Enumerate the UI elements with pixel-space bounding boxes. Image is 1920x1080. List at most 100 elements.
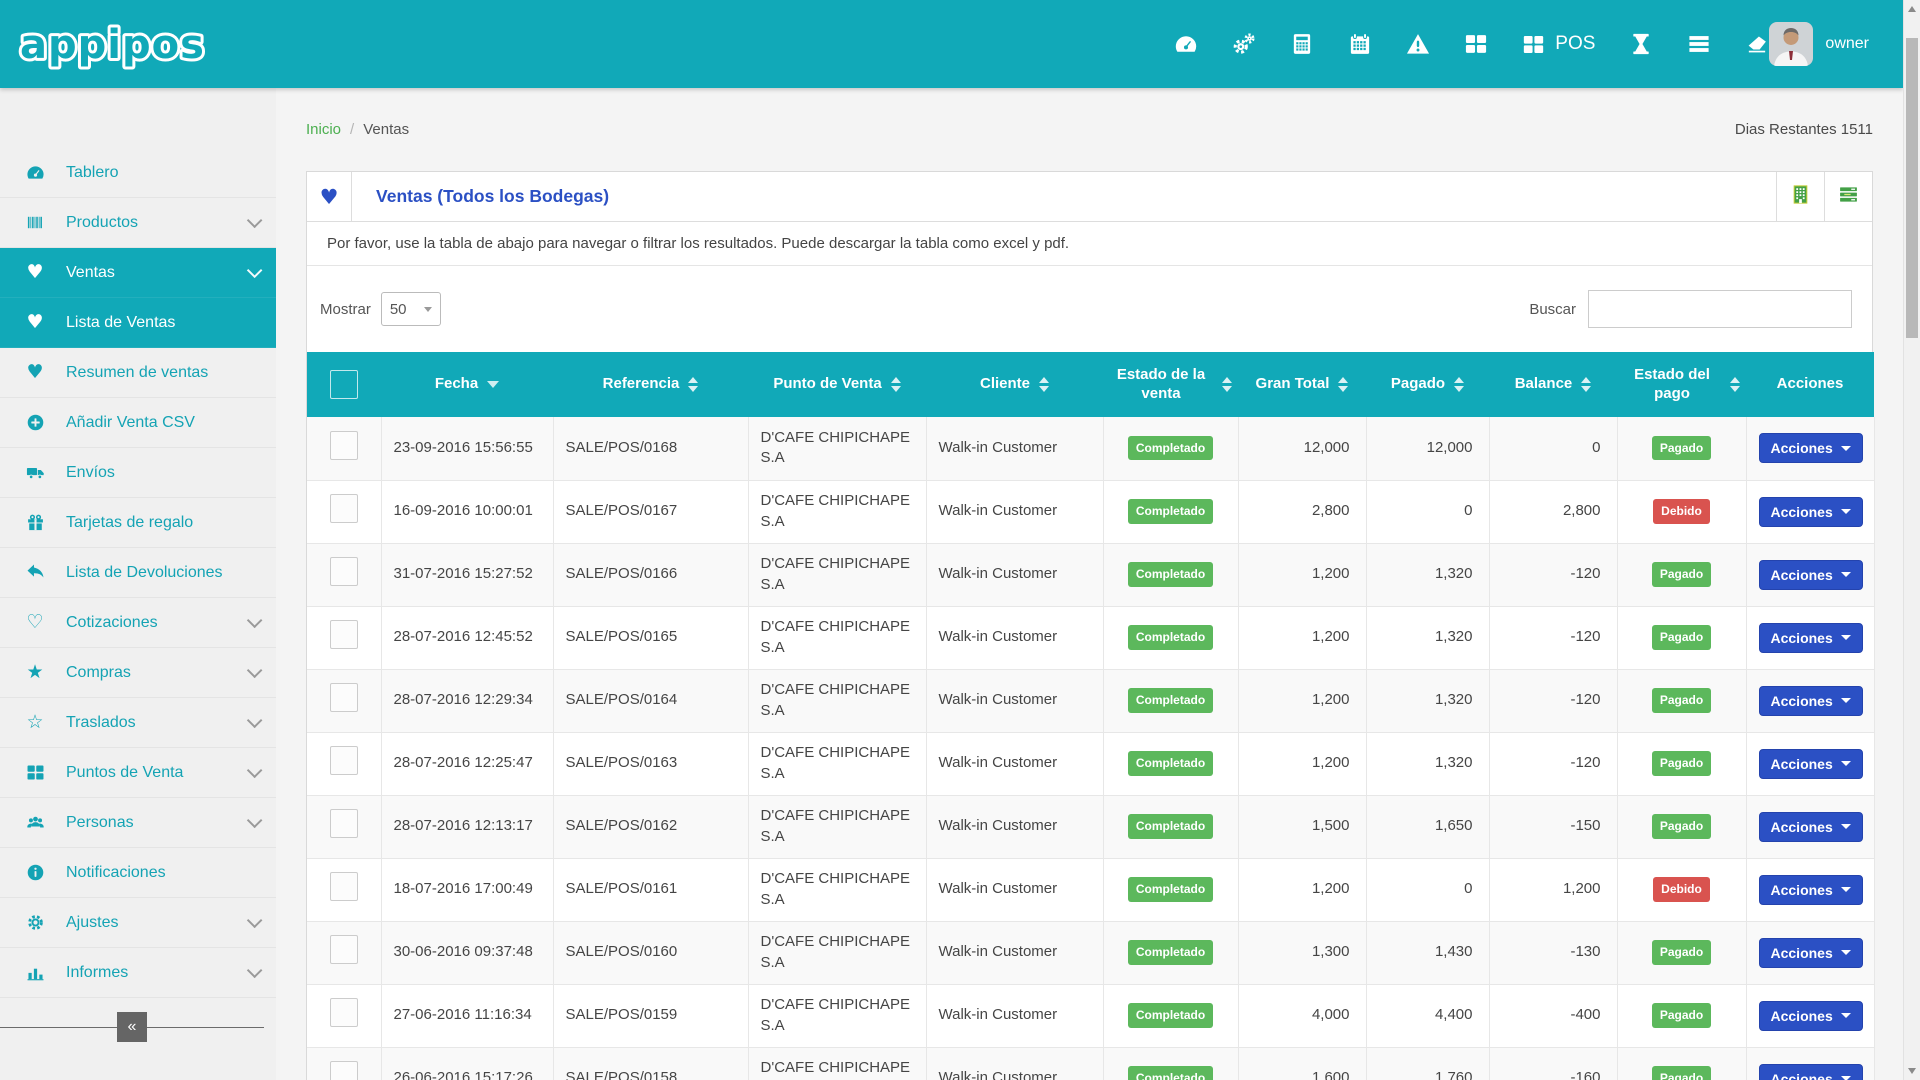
acciones-button[interactable]: Acciones — [1759, 938, 1863, 968]
acciones-button[interactable]: Acciones — [1759, 623, 1863, 653]
sidebar-item-puntos-de-venta[interactable]: Puntos de Venta — [0, 748, 276, 798]
cell-balance: -120 — [1489, 606, 1617, 669]
pay-status-badge: Pagado — [1652, 562, 1711, 586]
row-checkbox[interactable] — [330, 935, 358, 964]
page-scrollbar[interactable] — [1903, 0, 1920, 1080]
column-header-pos[interactable]: Punto de Venta — [748, 352, 926, 417]
acciones-button[interactable]: Acciones — [1759, 749, 1863, 779]
cell-cliente: Walk-in Customer — [926, 795, 1103, 858]
user-avatar — [1769, 22, 1813, 66]
search-input[interactable] — [1588, 290, 1852, 328]
gauge-icon[interactable] — [1174, 32, 1198, 56]
page-length-group: Mostrar 50 — [320, 292, 441, 326]
acciones-button[interactable]: Acciones — [1759, 497, 1863, 527]
column-header-total[interactable]: Gran Total — [1238, 352, 1366, 417]
cell-acciones: Acciones — [1746, 606, 1874, 669]
cell-referencia: SALE/POS/0166 — [553, 543, 748, 606]
cell-acciones: Acciones — [1746, 669, 1874, 732]
page-length-select[interactable]: 50 — [381, 292, 441, 326]
sidebar-item-lista-de-devoluciones[interactable]: Lista de Devoluciones — [0, 548, 276, 598]
acciones-button[interactable]: Acciones — [1759, 812, 1863, 842]
sidebar-item-anadir-venta-csv[interactable]: Añadir Venta CSV — [0, 398, 276, 448]
sidebar-item-personas[interactable]: Personas — [0, 798, 276, 848]
scrollbar-thumb[interactable] — [1906, 38, 1918, 338]
app-logo[interactable]: appipos — [14, 13, 234, 75]
sidebar-item-traslados[interactable]: ☆ Traslados — [0, 698, 276, 748]
acciones-button[interactable]: Acciones — [1759, 686, 1863, 716]
cell-cliente: Walk-in Customer — [926, 669, 1103, 732]
cell-gran-total: 12,000 — [1238, 417, 1366, 480]
acciones-button[interactable]: Acciones — [1759, 1001, 1863, 1031]
list-icon[interactable] — [1687, 32, 1711, 56]
row-checkbox[interactable] — [330, 620, 358, 649]
scroll-down-arrow[interactable] — [1904, 1062, 1920, 1080]
sidebar-item-lista-de-ventas[interactable]: ♥ Lista de Ventas — [0, 298, 276, 348]
warehouses-button[interactable] — [1776, 172, 1824, 221]
sidebar-collapse-button[interactable]: « — [117, 1012, 147, 1042]
sidebar-item-ventas[interactable]: ♥ Ventas — [0, 248, 276, 298]
row-checkbox[interactable] — [330, 872, 358, 901]
row-checkbox[interactable] — [330, 494, 358, 523]
sidebar-item-notificaciones[interactable]: Notificaciones — [0, 848, 276, 898]
column-header-customer[interactable]: Cliente — [926, 352, 1103, 417]
row-checkbox[interactable] — [330, 1061, 358, 1080]
cell-punto-de-venta: D'CAFE CHIPICHAPE S.A — [748, 921, 926, 984]
row-checkbox[interactable] — [330, 746, 358, 775]
caret-down-icon — [1841, 950, 1851, 955]
navbar-left-icons — [1174, 32, 1488, 56]
warning-icon[interactable] — [1406, 32, 1430, 56]
pay-status-badge: Pagado — [1652, 940, 1711, 964]
calendar-icon[interactable] — [1348, 32, 1372, 56]
row-checkbox[interactable] — [330, 809, 358, 838]
sidebar-item-productos[interactable]: Productos — [0, 198, 276, 248]
cell-punto-de-venta: D'CAFE CHIPICHAPE S.A — [748, 417, 926, 480]
registers-button[interactable] — [1824, 172, 1872, 221]
cell-referencia: SALE/POS/0164 — [553, 669, 748, 732]
nav-user-menu[interactable]: owner — [1769, 22, 1869, 66]
sidebar-item-resumen-de-ventas[interactable]: ♥ Resumen de ventas — [0, 348, 276, 398]
sort-icon — [1222, 377, 1232, 392]
table-row: 28-07-2016 12:29:34 SALE/POS/0164 D'CAFE… — [307, 669, 1874, 732]
search-group: Buscar — [1529, 290, 1852, 328]
select-all-checkbox[interactable] — [330, 370, 358, 399]
calculator-icon[interactable] — [1290, 32, 1314, 56]
cell-estado-venta: Completado — [1103, 1047, 1238, 1080]
reply-icon — [22, 563, 48, 582]
sidebar-item-tablero[interactable]: Tablero — [0, 148, 276, 198]
sidebar-item-informes[interactable]: Informes — [0, 948, 276, 998]
acciones-button[interactable]: Acciones — [1759, 433, 1863, 463]
sidebar-item-compras[interactable]: ★ Compras — [0, 648, 276, 698]
column-header-paid[interactable]: Pagado — [1366, 352, 1489, 417]
heart-icon: ♥ — [22, 313, 48, 332]
cell-pagado: 1,320 — [1366, 606, 1489, 669]
column-header-ref[interactable]: Referencia — [553, 352, 748, 417]
sidebar-item-ajustes[interactable]: Ajustes — [0, 898, 276, 948]
scroll-up-arrow[interactable] — [1904, 0, 1920, 18]
cell-cliente: Walk-in Customer — [926, 732, 1103, 795]
row-checkbox[interactable] — [330, 683, 358, 712]
breadcrumb-home[interactable]: Inicio — [306, 121, 341, 138]
sidebar-item-cotizaciones[interactable]: ♡ Cotizaciones — [0, 598, 276, 648]
column-header-pay_status[interactable]: Estado del pago — [1617, 352, 1746, 417]
cell-balance: -150 — [1489, 795, 1617, 858]
pay-status-badge: Pagado — [1652, 814, 1711, 838]
cell-checkbox — [307, 480, 381, 543]
hourglass-icon[interactable] — [1629, 32, 1653, 56]
column-header-date[interactable]: Fecha — [381, 352, 553, 417]
column-header-sale_status[interactable]: Estado de la venta — [1103, 352, 1238, 417]
breadcrumb-separator: / — [350, 121, 354, 138]
sidebar-item-envios[interactable]: Envíos — [0, 448, 276, 498]
sidebar-item-tarjetas-de-regalo[interactable]: Tarjetas de regalo — [0, 498, 276, 548]
column-header-balance[interactable]: Balance — [1489, 352, 1617, 417]
acciones-button[interactable]: Acciones — [1759, 1064, 1863, 1080]
cell-acciones: Acciones — [1746, 543, 1874, 606]
grid-icon[interactable] — [1464, 32, 1488, 56]
row-checkbox[interactable] — [330, 431, 358, 460]
acciones-button[interactable]: Acciones — [1759, 560, 1863, 590]
eraser-icon[interactable] — [1745, 32, 1769, 56]
row-checkbox[interactable] — [330, 557, 358, 586]
row-checkbox[interactable] — [330, 998, 358, 1027]
nav-pos-button[interactable]: POS — [1522, 33, 1595, 56]
cogs-icon[interactable] — [1232, 32, 1256, 56]
acciones-button[interactable]: Acciones — [1759, 875, 1863, 905]
